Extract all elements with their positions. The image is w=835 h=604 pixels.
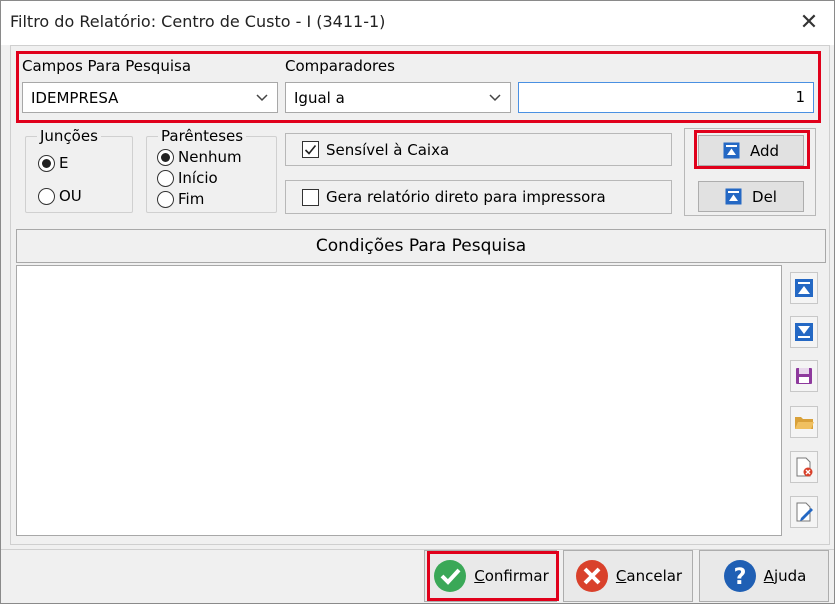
save-icon[interactable]: [790, 360, 818, 392]
radio-empty-icon: [157, 190, 174, 208]
comparators-label: Comparadores: [285, 57, 395, 75]
comparator-select[interactable]: Igual a: [285, 82, 511, 113]
paren-start-radio[interactable]: Início: [157, 169, 218, 187]
window-title: Filtro do Relatório: Centro de Custo - I…: [10, 12, 386, 31]
confirm-button[interactable]: Confirmar: [424, 550, 557, 602]
field-select[interactable]: IDEMPRESA: [22, 82, 278, 113]
paren-end-radio[interactable]: Fim: [157, 190, 204, 208]
direct-print-label: Gera relatório direto para impressora: [326, 188, 606, 206]
svg-text:?: ?: [733, 565, 746, 590]
junction-e-radio[interactable]: E: [38, 154, 68, 172]
field-select-value: IDEMPRESA: [31, 89, 119, 107]
close-icon[interactable]: ✕: [792, 6, 826, 38]
parentheses-title: Parênteses: [158, 127, 247, 145]
radio-empty-icon: [157, 169, 174, 187]
help-circle-icon: ?: [722, 558, 758, 594]
help-label: Ajuda: [763, 567, 807, 585]
cancel-circle-icon: [574, 558, 610, 594]
radio-empty-icon: [38, 187, 55, 205]
paren-none-radio[interactable]: Nenhum: [157, 148, 242, 166]
chevron-down-icon: [255, 91, 269, 105]
confirm-label: Confirmar: [474, 567, 549, 585]
move-top-icon: [725, 188, 742, 205]
junction-e-label: E: [59, 154, 69, 172]
edit-file-icon[interactable]: [790, 496, 818, 528]
junctions-title: Junções: [37, 127, 101, 145]
junctions-group: Junções E OU: [25, 127, 133, 213]
case-sensitive-checkbox[interactable]: Sensível à Caixa: [285, 133, 672, 166]
cancel-label: Cancelar: [615, 567, 683, 585]
chevron-down-icon: [488, 91, 502, 105]
conditions-title: Condições Para Pesquisa: [315, 236, 527, 256]
conditions-header: Condições Para Pesquisa: [16, 229, 826, 263]
junction-ou-label: OU: [59, 187, 82, 205]
paren-none-label: Nenhum: [178, 148, 242, 166]
del-button[interactable]: Del: [698, 181, 804, 212]
filter-dialog: Filtro do Relatório: Centro de Custo - I…: [0, 0, 835, 604]
paren-start-label: Início: [178, 169, 218, 187]
parentheses-group: Parênteses Nenhum Início Fim: [146, 127, 277, 213]
add-button[interactable]: Add: [698, 135, 804, 166]
delete-file-icon[interactable]: [790, 451, 818, 483]
checkmark-icon: [302, 141, 319, 158]
footer-bar: Confirmar Cancelar ? Ajuda: [1, 549, 834, 603]
comparator-select-value: Igual a: [294, 89, 345, 107]
junction-ou-radio[interactable]: OU: [38, 187, 82, 205]
value-input[interactable]: 1: [518, 82, 814, 113]
check-circle-icon: [432, 558, 468, 594]
move-top-icon: [723, 142, 740, 159]
del-label: Del: [752, 187, 777, 206]
add-label: Add: [749, 141, 780, 160]
title-bar: Filtro do Relatório: Centro de Custo - I…: [1, 1, 834, 45]
case-sensitive-label: Sensível à Caixa: [326, 140, 450, 159]
main-panel: Campos Para Pesquisa IDEMPRESA Comparado…: [10, 45, 830, 545]
cancel-button[interactable]: Cancelar: [563, 550, 693, 602]
move-top-icon[interactable]: [790, 272, 818, 304]
fields-label: Campos Para Pesquisa: [22, 57, 192, 75]
move-bottom-icon[interactable]: [790, 316, 818, 348]
paren-end-label: Fim: [178, 190, 205, 208]
conditions-list[interactable]: [16, 265, 782, 536]
unchecked-box-icon: [302, 188, 319, 206]
radio-selected-icon: [157, 148, 174, 166]
direct-print-checkbox[interactable]: Gera relatório direto para impressora: [285, 180, 672, 214]
radio-selected-icon: [38, 154, 55, 172]
help-button[interactable]: ? Ajuda: [699, 550, 829, 602]
open-folder-icon[interactable]: [790, 406, 818, 438]
